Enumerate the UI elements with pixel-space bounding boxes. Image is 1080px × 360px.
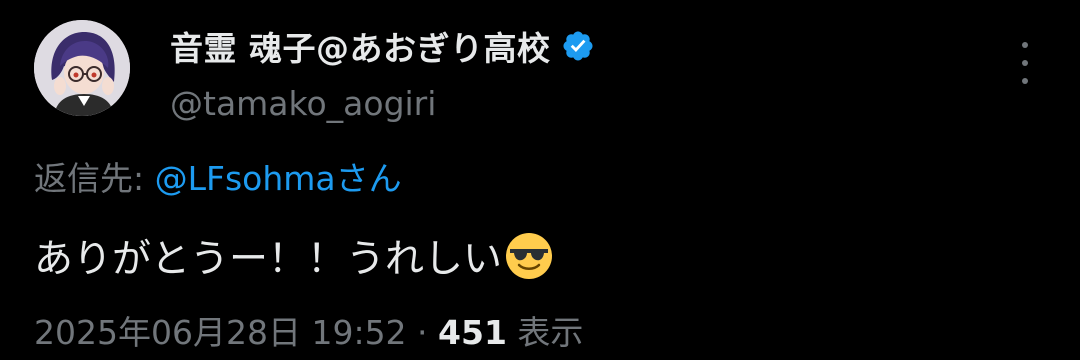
user-handle[interactable]: @tamako_aogiri <box>170 84 595 123</box>
views-count: 451 <box>438 313 507 352</box>
verified-badge-icon[interactable] <box>561 29 595 63</box>
tweet: 音霊 魂子@あおぎり高校 @tamako_aogiri 返信先: @LFsohm… <box>0 0 1080 360</box>
tweet-text: ありがとうー！！うれしい <box>34 228 554 284</box>
tweet-author: 音霊 魂子@あおぎり高校 @tamako_aogiri <box>170 24 595 123</box>
sunglasses-emoji-icon <box>504 231 554 281</box>
more-dot-icon <box>1022 42 1028 48</box>
more-options-button[interactable] <box>1010 42 1040 84</box>
views-label: 表示 <box>506 313 584 352</box>
display-name-row: 音霊 魂子@あおぎり高校 <box>170 24 595 68</box>
display-name[interactable]: 音霊 魂子@あおぎり高校 <box>170 22 551 70</box>
reply-prefix: 返信先: <box>34 159 155 198</box>
tweet-body: ありがとうー！！うれしい <box>34 237 503 282</box>
more-dot-icon <box>1022 60 1028 66</box>
timestamp[interactable]: 2025年06月28日 19:52 <box>34 313 407 352</box>
meta-separator: · <box>406 313 439 352</box>
more-dot-icon <box>1022 78 1028 84</box>
avatar-image <box>34 20 130 116</box>
avatar[interactable] <box>34 20 130 116</box>
reply-to-link[interactable]: @LFsohmaさん <box>155 159 402 198</box>
tweet-meta: 2025年06月28日 19:52 · 451 表示 <box>34 306 583 354</box>
reply-context: 返信先: @LFsohmaさん <box>34 152 402 200</box>
